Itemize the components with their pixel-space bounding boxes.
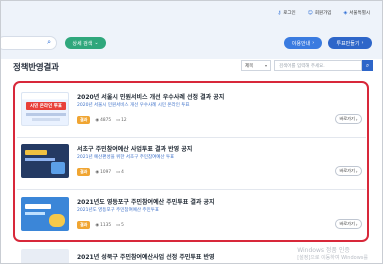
detail-search-label: 상세 검색	[72, 40, 93, 47]
app-window: ⚷ 로그인 ☺ 회원가입 ◈ 서울특별시 ⌕ 상세 검색 ⌄ 이용안내 › 투표…	[0, 0, 383, 264]
chevron-down-icon: ⌄	[94, 40, 99, 46]
seoul-label: 서울특별시	[349, 11, 370, 16]
login-link[interactable]: ⚷ 로그인	[278, 10, 296, 16]
result-thumbnail	[21, 249, 69, 263]
chevron-down-icon: ▾	[264, 63, 267, 68]
watermark-line-2: [설정]으로 이동하여 Windows를	[297, 254, 368, 261]
page-title: 정책반영결과	[13, 63, 59, 73]
create-vote-label: 투표만들기	[336, 40, 360, 47]
keyword-search-button[interactable]: ⌕	[362, 60, 373, 71]
seoul-icon: ◈	[343, 9, 348, 16]
keyword-input[interactable]: 검색어를 입력해 주세요.	[274, 60, 362, 71]
guide-button[interactable]: 이용안내 ›	[284, 37, 322, 49]
os-activation-watermark: Windows 정품 인증 [설정]으로 이동하여 Windows를	[297, 247, 368, 261]
join-link[interactable]: ☺ 회원가입	[308, 10, 332, 16]
header-bar: ⚷ 로그인 ☺ 회원가입 ◈ 서울특별시 ⌕ 상세 검색 ⌄ 이용안내 › 투표…	[1, 1, 382, 59]
search-type-value: 제목	[245, 63, 254, 69]
chevron-right-icon: ›	[361, 40, 364, 46]
join-label: 회원가입	[314, 11, 332, 16]
login-icon: ⚷	[277, 9, 282, 16]
detail-search-button[interactable]: 상세 검색 ⌄	[65, 37, 106, 49]
login-label: 로그인	[283, 11, 296, 16]
join-icon: ☺	[307, 9, 313, 16]
search-icon: ⌕	[365, 61, 370, 69]
main-search-input[interactable]: ⌕	[1, 36, 57, 50]
result-title[interactable]: 2021년 성북구 주민참여예산사업 선정 주민투표 반영	[77, 252, 215, 261]
create-vote-button[interactable]: 투표만들기 ›	[328, 37, 372, 49]
guide-label: 이용안내	[291, 40, 311, 47]
seoul-link[interactable]: ◈ 서울특별시	[343, 10, 370, 16]
keyword-placeholder: 검색어를 입력해 주세요.	[279, 63, 325, 69]
search-type-select[interactable]: 제목 ▾	[241, 60, 271, 71]
highlight-frame	[13, 81, 369, 242]
search-icon[interactable]: ⌕	[47, 39, 51, 46]
chevron-right-icon: ›	[312, 40, 315, 46]
watermark-line-1: Windows 정품 인증	[297, 247, 350, 255]
utility-nav: ⚷ 로그인 ☺ 회원가입 ◈ 서울특별시	[278, 10, 370, 16]
